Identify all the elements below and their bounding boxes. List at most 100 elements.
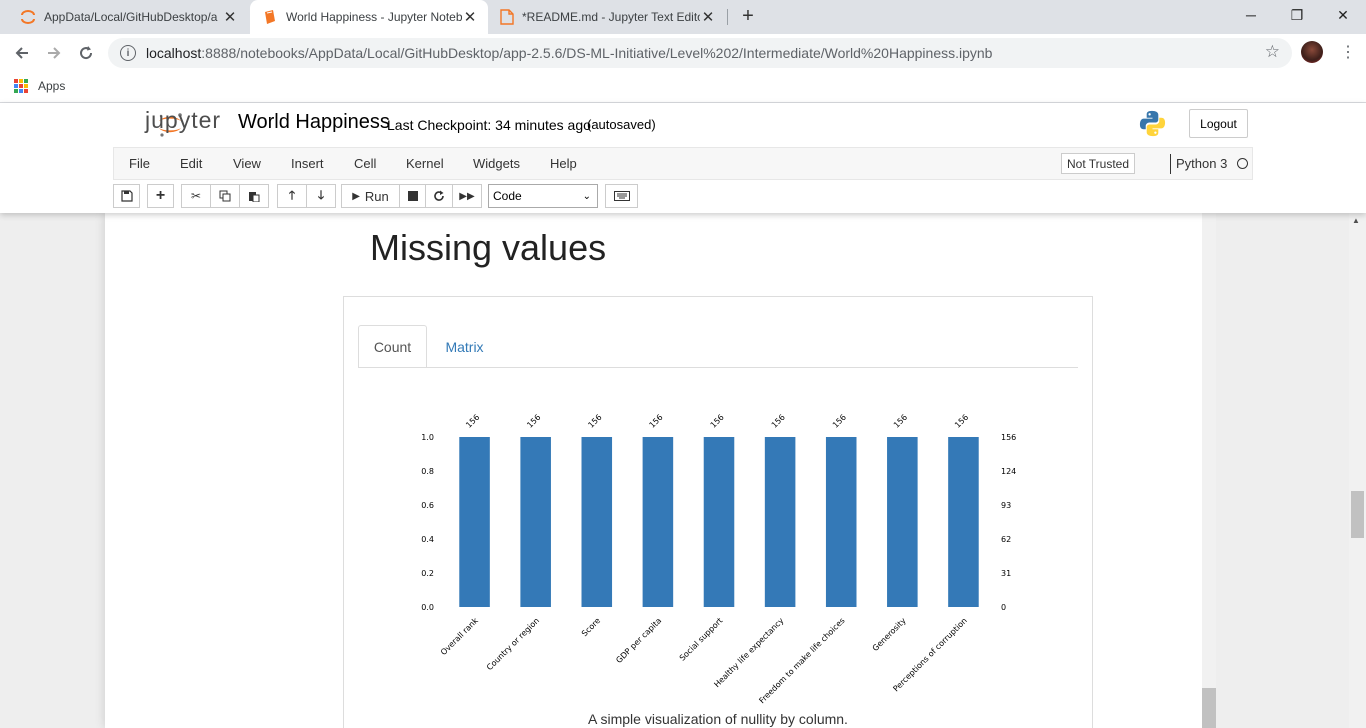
- play-icon: ▶: [352, 190, 360, 202]
- y-tick-label: 0.6: [421, 501, 434, 510]
- avatar[interactable]: [1301, 41, 1323, 63]
- output-area: Count Matrix 0.0 0.2 0.4 0.6 0.8 1.0 0 31 62 93 12…: [343, 296, 1093, 728]
- chevron-down-icon: ⌄: [582, 190, 591, 202]
- cell-type-select[interactable]: Code ⌄: [488, 184, 598, 208]
- scissors-icon: ✂: [190, 189, 202, 203]
- bookmarks-bar: Apps: [0, 72, 1366, 103]
- forward-arrow-icon[interactable]: [40, 39, 68, 67]
- y-tick-label: 0.8: [421, 467, 434, 476]
- copy-button[interactable]: [210, 184, 240, 208]
- paste-button[interactable]: [239, 184, 269, 208]
- category-label: Healthy life expectancy: [712, 616, 785, 689]
- browser-toolbar: i localhost:8888/notebooks/AppData/Local…: [0, 34, 1366, 72]
- apps-label: Apps: [38, 79, 66, 93]
- browser-tab-2[interactable]: World Happiness - Jupyter Noteb ✕: [250, 0, 488, 34]
- cut-button[interactable]: ✂: [181, 184, 211, 208]
- category-label: Perceptions of corruption: [891, 616, 968, 693]
- category-label: GDP per capita: [614, 616, 663, 665]
- menu-view[interactable]: View: [233, 156, 261, 171]
- category-label: Country or region: [485, 616, 541, 672]
- page-scrollbar[interactable]: [1349, 213, 1366, 728]
- bar: [459, 437, 490, 607]
- info-icon[interactable]: i: [120, 45, 136, 61]
- tab-divider: [727, 9, 728, 25]
- notebook-name[interactable]: World Happiness: [238, 111, 390, 134]
- menu-widgets[interactable]: Widgets: [473, 156, 520, 171]
- notebook-scrollbar[interactable]: [1202, 213, 1216, 728]
- menu-file[interactable]: File: [129, 156, 150, 171]
- restart-button[interactable]: [425, 184, 453, 208]
- menu-help[interactable]: Help: [550, 156, 577, 171]
- copy-icon: [219, 190, 231, 202]
- category-label: Generosity: [871, 616, 908, 653]
- python-logo-icon: [1139, 110, 1166, 137]
- close-icon[interactable]: ✕: [462, 8, 478, 26]
- notebook-icon: [265, 10, 275, 24]
- logout-button[interactable]: Logout: [1189, 109, 1248, 138]
- checkpoint-status: Last Checkpoint: 34 minutes ago: [387, 117, 591, 133]
- autosave-status: (autosaved): [587, 117, 656, 132]
- save-icon: [120, 190, 133, 202]
- window-close-icon[interactable]: ✕: [1320, 0, 1366, 30]
- address-bar[interactable]: i localhost:8888/notebooks/AppData/Local…: [108, 38, 1292, 68]
- menu-kernel[interactable]: Kernel: [406, 156, 444, 171]
- restart-icon: [434, 190, 444, 201]
- trust-button[interactable]: Not Trusted: [1061, 153, 1135, 174]
- arrow-up-icon: 🡑: [288, 187, 296, 202]
- menu-edit[interactable]: Edit: [180, 156, 202, 171]
- y-tick-label: 0.2: [421, 569, 434, 578]
- restore-icon[interactable]: ❐: [1274, 0, 1320, 30]
- command-palette-button[interactable]: [605, 184, 638, 208]
- plus-icon: +: [155, 187, 166, 204]
- url-text: localhost:8888/notebooks/AppData/Local/G…: [146, 45, 992, 61]
- browser-tab-strip: AppData/Local/GitHubDesktop/a ✕ World Ha…: [0, 0, 1366, 34]
- browser-tab-1[interactable]: AppData/Local/GitHubDesktop/a ✕: [8, 0, 248, 34]
- save-button[interactable]: [113, 184, 140, 208]
- arrow-down-icon: 🡓: [317, 187, 325, 202]
- category-label: Score: [580, 616, 602, 638]
- bar: [581, 437, 613, 607]
- close-icon[interactable]: ✕: [700, 8, 716, 26]
- run-label: Run: [364, 188, 389, 204]
- kernel-name[interactable]: Python 3: [1176, 156, 1227, 171]
- right-tick-label: 62: [1001, 535, 1011, 544]
- new-tab-icon[interactable]: +: [736, 5, 760, 29]
- bar-count-label: 156: [464, 413, 481, 430]
- interrupt-button[interactable]: [399, 184, 426, 208]
- browser-tab-3[interactable]: *README.md - Jupyter Text Edito ✕: [488, 0, 726, 34]
- jupyter-logo-text: jupyter: [145, 107, 222, 133]
- tab-matrix[interactable]: Matrix: [432, 325, 497, 368]
- notebook-scrollbar-thumb[interactable]: [1202, 688, 1216, 728]
- keyboard-icon: [613, 191, 630, 201]
- move-up-button[interactable]: 🡑: [277, 184, 307, 208]
- bar-count-label: 156: [770, 413, 787, 430]
- back-arrow-icon[interactable]: [8, 39, 36, 67]
- apps-shortcut[interactable]: Apps: [14, 79, 65, 93]
- reload-icon[interactable]: [72, 39, 100, 67]
- tabs-underline: [358, 367, 1078, 368]
- bookmark-star-icon[interactable]: ☆: [1265, 42, 1280, 62]
- notebook-toolbar: + ✂ 🡑 🡓 ▶ Run ▶▶ Code ⌄: [113, 184, 653, 208]
- bar-count-label: 156: [586, 413, 603, 430]
- tab-count[interactable]: Count: [358, 325, 427, 368]
- menu-cell[interactable]: Cell: [354, 156, 376, 171]
- run-button[interactable]: ▶ Run: [341, 184, 400, 208]
- missing-values-bar-chart: 0.0 0.2 0.4 0.6 0.8 1.0 0 31 62 93 124 156 156 Overal…: [421, 413, 1016, 706]
- minimize-icon[interactable]: ─: [1228, 0, 1274, 30]
- restart-run-all-button[interactable]: ▶▶: [452, 184, 482, 208]
- page-scrollbar-thumb[interactable]: [1351, 491, 1364, 538]
- bar: [948, 437, 979, 607]
- category-label: Overall rank: [439, 616, 480, 657]
- move-down-button[interactable]: 🡓: [306, 184, 336, 208]
- menu-insert[interactable]: Insert: [291, 156, 324, 171]
- scroll-up-arrow-icon[interactable]: ▲: [1352, 216, 1360, 225]
- url-host: localhost: [146, 45, 202, 61]
- bar: [642, 437, 674, 607]
- browser-tab-title: World Happiness - Jupyter Noteb: [286, 10, 462, 24]
- stop-icon: [407, 191, 418, 201]
- more-menu-icon[interactable]: ⋮: [1340, 42, 1356, 62]
- insert-cell-button[interactable]: +: [147, 184, 174, 208]
- right-tick-label: 31: [1001, 569, 1011, 578]
- notebook-menubar: File Edit View Insert Cell Kernel Widget…: [113, 147, 1253, 180]
- close-icon[interactable]: ✕: [222, 8, 238, 26]
